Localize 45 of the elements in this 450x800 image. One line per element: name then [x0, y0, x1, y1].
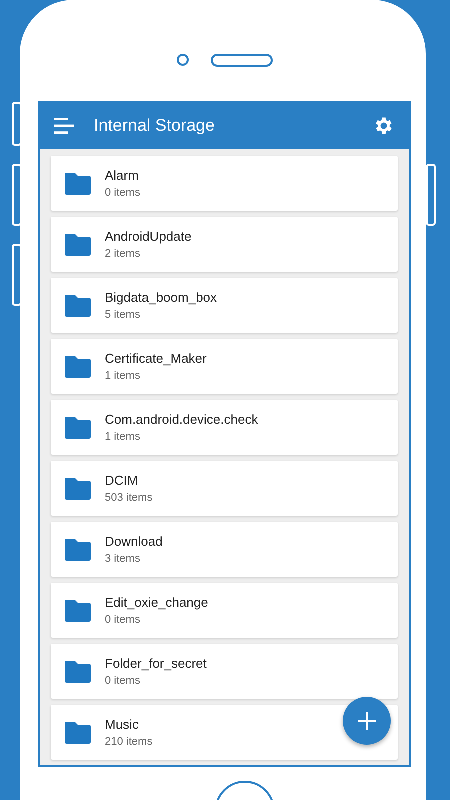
folder-card[interactable]: Folder_for_secret 0 items: [51, 644, 398, 699]
item-count: 0 items: [105, 675, 142, 687]
item-count: 210 items: [105, 736, 153, 748]
folder-icon: [65, 478, 91, 500]
item-count: 3 items: [105, 553, 142, 565]
item-count: 503 items: [105, 492, 153, 504]
folder-card[interactable]: Certificate_Maker 1 items: [51, 339, 398, 394]
item-count: 1 items: [105, 370, 142, 382]
plus-icon: [358, 712, 376, 730]
folder-card[interactable]: Com.android.device.check 1 items: [51, 400, 398, 455]
screen-title: Internal Storage: [94, 116, 216, 136]
folder-icon: [65, 538, 91, 560]
item-count: 0 items: [105, 614, 142, 626]
folder-card[interactable]: Music 210 items: [51, 705, 398, 760]
folder-icon: [65, 660, 91, 682]
folder-name: DCIM: [105, 473, 140, 488]
folder-card[interactable]: Download 3 items: [51, 522, 398, 577]
folder-card[interactable]: Edit_oxie_change 0 items: [51, 583, 398, 638]
folder-card[interactable]: Bigdata_boom_box 5 items: [51, 278, 398, 333]
folder-name: Edit_oxie_change: [105, 595, 208, 610]
item-count: 0 items: [105, 187, 140, 199]
item-count: 5 items: [105, 309, 142, 321]
folder-name: Download: [105, 534, 163, 549]
folder-name: AndroidUpdate: [105, 229, 192, 244]
folder-icon: [65, 722, 91, 744]
folder-name: Com.android.device.check: [105, 412, 258, 427]
folder-name: Folder_for_secret: [105, 656, 207, 671]
folder-card[interactable]: DCIM 503 items: [51, 461, 398, 516]
camera-icon: [177, 54, 189, 66]
folder-card[interactable]: Alarm 0 items: [51, 156, 398, 211]
folder-card[interactable]: AndroidUpdate 2 items: [51, 217, 398, 272]
folder-icon: [65, 172, 91, 194]
item-count: 1 items: [105, 431, 142, 443]
folder-icon: [65, 234, 91, 256]
menu-icon[interactable]: [54, 118, 74, 134]
folder-name: Bigdata_boom_box: [105, 290, 218, 305]
speaker-icon: [211, 54, 273, 66]
folder-icon: [65, 294, 91, 316]
folder-name: Music: [105, 717, 140, 732]
folder-name: Alarm: [105, 168, 140, 183]
folder-name: Certificate_Maker: [105, 351, 207, 366]
item-count: 2 items: [105, 248, 142, 260]
folder-icon: [65, 356, 91, 378]
folder-icon: [65, 600, 91, 622]
folder-icon: [65, 416, 91, 438]
